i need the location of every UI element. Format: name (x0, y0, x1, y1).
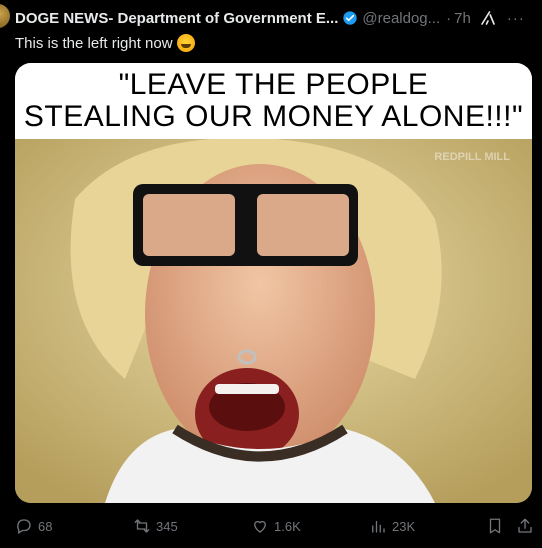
views-button[interactable]: 23K (369, 517, 469, 535)
repost-button[interactable]: 345 (133, 517, 251, 535)
like-count: 1.6K (274, 518, 301, 534)
reply-count: 68 (38, 518, 53, 534)
separator-dot: · (446, 9, 452, 27)
reply-button[interactable]: 68 (15, 517, 133, 535)
heart-icon (254, 520, 266, 533)
more-options-icon[interactable]: ··· (507, 10, 525, 27)
verified-badge-icon (343, 11, 358, 25)
avatar[interactable] (0, 4, 10, 28)
meme-caption-line-1: "LEAVE THE PEOPLE (118, 68, 429, 101)
share-icon[interactable] (516, 517, 534, 535)
meme-caption: "LEAVE THE PEOPLE STEALING OUR MONEY ALO… (15, 63, 532, 139)
meme-caption-line-2: STEALING OUR MONEY ALONE!!!" (23, 100, 524, 133)
tweet-text-content: This is the left right now (15, 34, 173, 52)
action-bar: 68 345 1.6K 23K (15, 515, 534, 537)
repost-count: 345 (156, 518, 178, 534)
analytics-icon (372, 520, 385, 533)
author-name[interactable]: DOGE NEWS- Department of Government E... (15, 10, 338, 27)
repost-icon (134, 519, 150, 533)
post-time[interactable]: 7h (454, 10, 471, 27)
post-header: DOGE NEWS- Department of Government E...… (15, 8, 534, 28)
media-watermark: REDPILL MILL (434, 151, 510, 163)
view-count: 23K (392, 518, 416, 534)
bookmark-icon[interactable] (486, 517, 504, 535)
right-actions (486, 517, 534, 535)
tweet-text: This is the left right now (15, 34, 195, 52)
author-handle[interactable]: @realdog... (362, 10, 440, 27)
meme-photo (15, 139, 532, 503)
like-button[interactable]: 1.6K (251, 517, 369, 535)
laughing-emoji-icon (176, 34, 195, 52)
post-media[interactable]: "LEAVE THE PEOPLE STEALING OUR MONEY ALO… (15, 63, 532, 503)
grok-icon[interactable] (479, 9, 497, 27)
reply-icon (17, 519, 31, 534)
